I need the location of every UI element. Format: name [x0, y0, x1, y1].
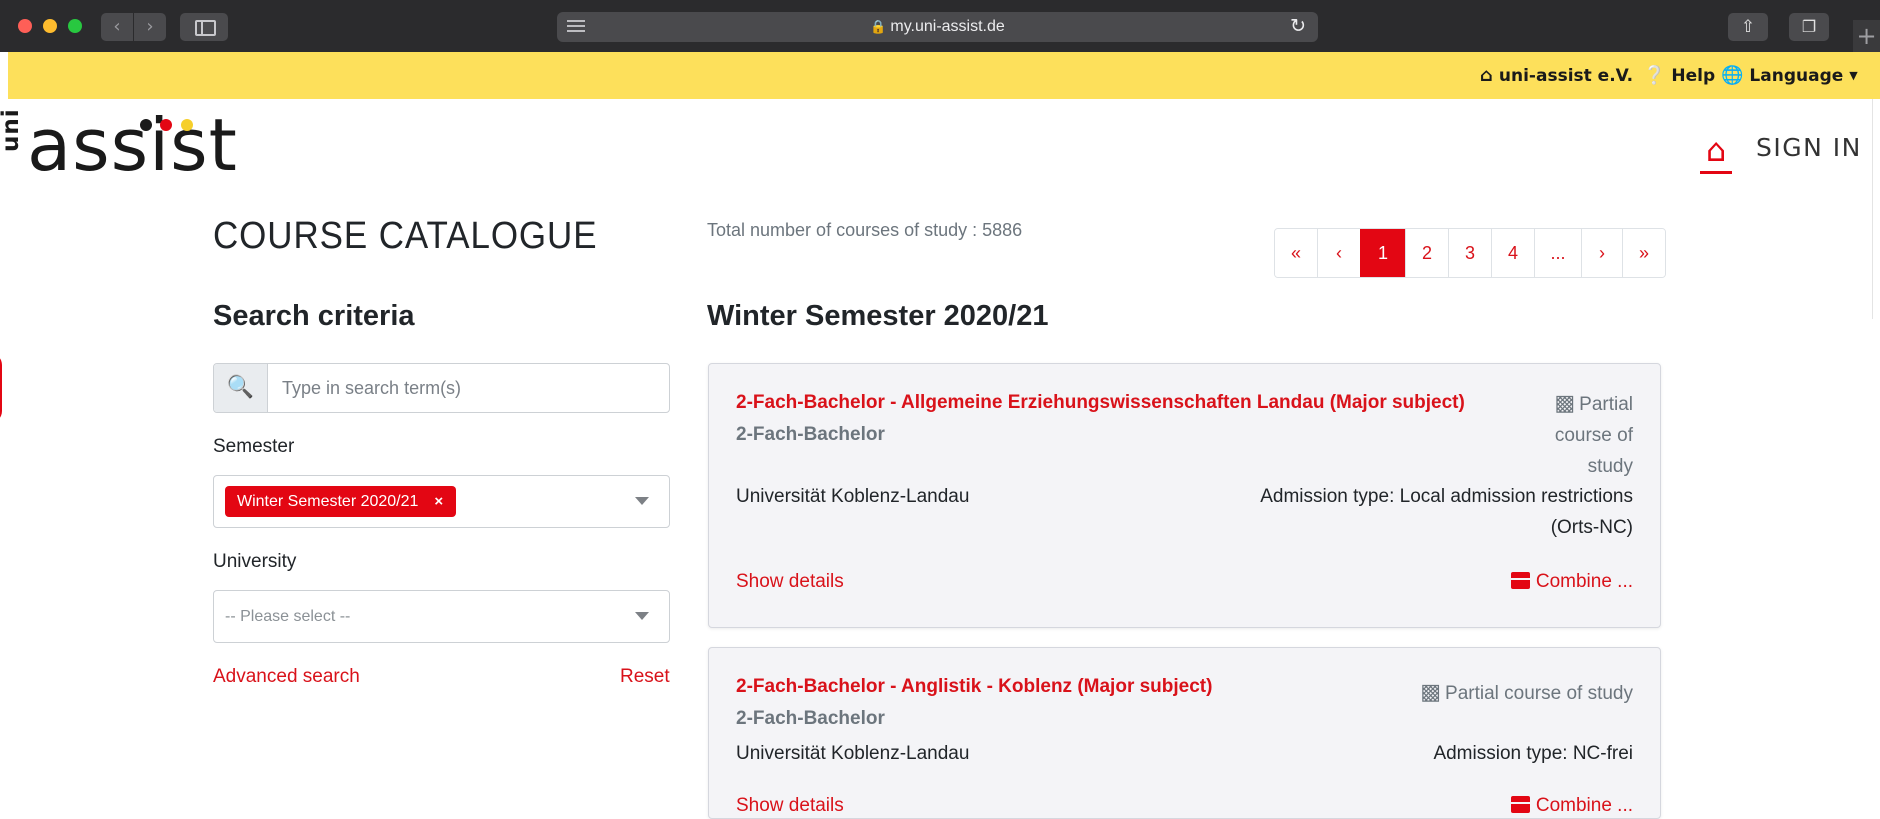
chevron-right-icon: › [146, 16, 154, 37]
new-tab-button[interactable]: + [1853, 20, 1880, 52]
remove-tag-icon[interactable]: × [434, 493, 443, 510]
page-title: COURSE CATALOGUE [213, 215, 598, 257]
reload-icon[interactable]: ↻ [1290, 15, 1306, 37]
language-dropdown[interactable]: 🌐 Language ▼ [1721, 52, 1858, 100]
logo-dot [160, 119, 172, 131]
page-first[interactable]: « [1275, 229, 1317, 277]
show-tabs-button[interactable]: ❐ [1789, 13, 1829, 41]
gift-icon [1510, 572, 1530, 589]
total-courses-count: Total number of courses of study : 5886 [707, 220, 1023, 240]
service-bar: ⌂ uni-assist e.V. ❔ Help 🌐 Language ▼ [8, 52, 1880, 99]
caret-down-icon: ▼ [1849, 69, 1858, 82]
search-icon: 🔍 [214, 364, 268, 412]
url-text: my.uni-assist.de [890, 18, 1005, 35]
course-university: Universität Koblenz-Landau [736, 743, 970, 764]
chevron-left-icon: ‹ [113, 16, 121, 37]
course-title-link[interactable]: 2-Fach-Bachelor - Allgemeine Erziehungsw… [736, 392, 1465, 414]
semester-label: Semester [213, 436, 295, 457]
semester-tag: Winter Semester 2020/21 × [225, 486, 457, 517]
page-last[interactable]: » [1622, 229, 1665, 277]
scrollbar-track[interactable] [1872, 99, 1880, 319]
gift-icon [1510, 796, 1530, 813]
semester-select[interactable]: Winter Semester 2020/21 × [213, 475, 670, 528]
page-2[interactable]: 2 [1405, 229, 1448, 277]
puzzle-icon: ▩ [1554, 390, 1576, 415]
sidebar-toggle-button[interactable] [180, 13, 228, 41]
lock-icon: 🔒 [870, 19, 887, 34]
semester-heading: Winter Semester 2020/21 [707, 300, 1049, 332]
page-ellipsis[interactable]: ... [1534, 229, 1581, 277]
course-type: ▩ Partial course of study [1420, 679, 1633, 704]
chevron-down-icon[interactable] [635, 497, 649, 505]
question-circle-icon: ❔ [1643, 65, 1666, 86]
search-criteria-heading: Search criteria [213, 300, 415, 332]
back-button[interactable]: ‹ [101, 13, 133, 41]
page-4[interactable]: 4 [1491, 229, 1534, 277]
logo[interactable]: assist [27, 103, 238, 187]
sidebar-icon [195, 20, 216, 36]
university-label: University [213, 551, 297, 572]
course-card: 2-Fach-Bachelor - Anglistik - Koblenz (M… [708, 647, 1661, 819]
share-button[interactable]: ⇧ [1728, 13, 1768, 41]
home-icon[interactable]: ⌂ [1700, 133, 1732, 174]
close-window-button[interactable] [18, 19, 32, 33]
share-icon: ⇧ [1740, 17, 1756, 37]
home-icon: ⌂ [1480, 65, 1493, 86]
search-input[interactable] [268, 364, 669, 412]
page-3[interactable]: 3 [1448, 229, 1491, 277]
course-degree: 2-Fach-Bachelor [736, 424, 885, 445]
course-title-link[interactable]: 2-Fach-Bachelor - Anglistik - Koblenz (M… [736, 676, 1212, 698]
university-placeholder: -- Please select -- [225, 608, 351, 625]
course-degree: 2-Fach-Bachelor [736, 708, 885, 729]
page-next[interactable]: › [1581, 229, 1622, 277]
course-admission-type: Admission type: NC-frei [1433, 743, 1633, 764]
zoom-window-button[interactable] [68, 19, 82, 33]
globe-icon: 🌐 [1721, 65, 1744, 86]
search-field: 🔍 [213, 363, 670, 413]
tabs-icon: ❐ [1801, 17, 1817, 36]
uni-assist-home-link[interactable]: ⌂ uni-assist e.V. [1480, 52, 1633, 100]
show-details-link[interactable]: Show details [736, 795, 844, 817]
sign-in-link[interactable]: SIGN IN [1756, 133, 1862, 162]
combine-link[interactable]: Combine ... [1510, 571, 1633, 593]
pagination: « ‹ 1 2 3 4 ... › » [1274, 228, 1666, 278]
side-marker [0, 353, 2, 423]
advanced-search-link[interactable]: Advanced search [213, 666, 360, 688]
page-prev[interactable]: ‹ [1317, 229, 1360, 277]
university-select[interactable]: -- Please select -- [213, 590, 670, 643]
chevron-down-icon[interactable] [635, 612, 649, 620]
help-link[interactable]: ❔ Help [1643, 52, 1715, 100]
minimize-window-button[interactable] [43, 19, 57, 33]
address-bar[interactable]: 🔒 my.uni-assist.de ↻ [557, 12, 1318, 42]
reset-link[interactable]: Reset [620, 666, 670, 688]
course-card: 2-Fach-Bachelor - Allgemeine Erziehungsw… [708, 363, 1661, 628]
logo-dot [140, 119, 152, 131]
course-type: ▩ Partial course of study [1554, 390, 1633, 477]
course-admission-type: Admission type: Local admission restrict… [1260, 486, 1633, 538]
page-1[interactable]: 1 [1360, 229, 1405, 277]
logo-dot [181, 119, 193, 131]
show-details-link[interactable]: Show details [736, 571, 844, 593]
combine-link[interactable]: Combine ... [1510, 795, 1633, 817]
forward-button[interactable]: › [134, 13, 166, 41]
course-university: Universität Koblenz-Landau [736, 486, 970, 507]
puzzle-icon: ▩ [1420, 679, 1442, 704]
logo-uni-text: uni [0, 108, 24, 152]
browser-toolbar: ‹ › 🔒 my.uni-assist.de ↻ ⇧ ❐ + [0, 0, 1880, 52]
